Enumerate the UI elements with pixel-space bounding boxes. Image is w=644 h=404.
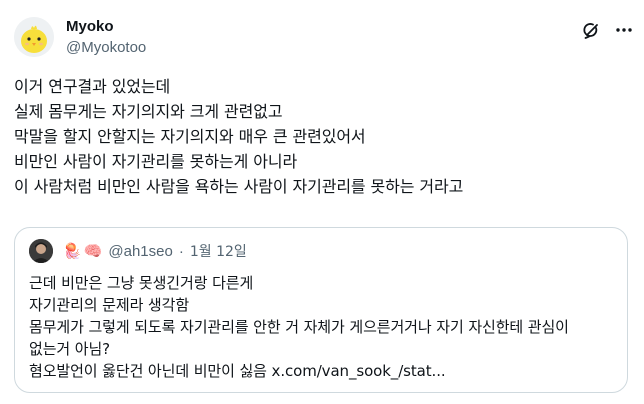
quote-date[interactable]: 1월 12일 <box>190 241 247 261</box>
brain-icon: 🧠 <box>83 242 103 260</box>
tweet-line: 막말을 할지 안할지는 자기의지와 매우 큰 관련있어서 <box>14 127 366 146</box>
quote-author-avatar[interactable] <box>29 239 53 263</box>
chick-avatar-icon <box>14 17 54 57</box>
author-handle[interactable]: @Myokotoo <box>66 38 146 58</box>
grok-icon <box>583 23 598 39</box>
quote-line: 혐오발언이 옳단건 아닌데 비만이 싫음 x.com/van_sook_/sta… <box>29 362 446 380</box>
tweet-actions-top <box>582 20 634 40</box>
author-info: Myoko @Myokotoo <box>66 17 146 58</box>
grok-button[interactable] <box>582 20 602 40</box>
quote-line: 몸무게가 그렇게 되도록 자기관리를 안한 거 자체가 게으른거거나 자기 자신… <box>29 318 569 336</box>
tweet-line: 실제 몸무게는 자기의지와 크게 관련없고 <box>14 102 283 121</box>
person-avatar-icon <box>29 239 53 263</box>
author-display-name[interactable]: Myoko <box>66 17 146 36</box>
quote-separator: · <box>178 242 184 260</box>
quoted-tweet[interactable]: 🪼 🧠 @ah1seo · 1월 12일 근데 비만은 그냥 못생긴거랑 다른게… <box>14 227 628 393</box>
tweet-text: 이거 연구결과 있었는데 실제 몸무게는 자기의지와 크게 관련없고 막말을 할… <box>14 74 630 199</box>
quote-author-handle[interactable]: @ah1seo <box>108 243 172 260</box>
more-button[interactable] <box>614 20 634 40</box>
author-avatar[interactable] <box>14 17 54 57</box>
quote-text: 근데 비만은 그냥 못생긴거랑 다른게 자기관리의 문제라 생각함 몸무게가 그… <box>29 272 619 382</box>
quote-header: 🪼 🧠 @ah1seo · 1월 12일 <box>29 238 247 264</box>
tweet-line: 비만인 사람이 자기관리를 못하는게 아니라 <box>14 152 298 171</box>
quote-line: 자기관리의 문제라 생각함 <box>29 296 190 314</box>
jellyfish-icon: 🪼 <box>63 242 82 260</box>
quote-line: 없는거 아님? <box>29 340 111 358</box>
tweet-line: 이 사람처럼 비만인 사람을 욕하는 사람이 자기관리를 못하는 거라고 <box>14 177 464 196</box>
tweet-line: 이거 연구결과 있었는데 <box>14 77 171 96</box>
more-icon <box>616 28 632 32</box>
quote-line: 근데 비만은 그냥 못생긴거랑 다른게 <box>29 274 254 292</box>
